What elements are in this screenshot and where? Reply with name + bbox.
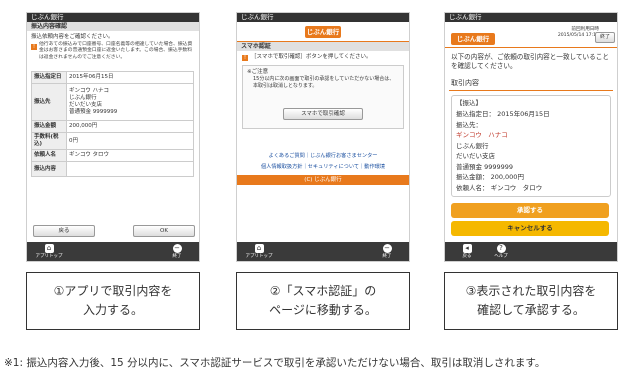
section-title: 取引内容 bbox=[451, 79, 479, 87]
footer-toolbar: ⌂ アプリトップ − 終了 bbox=[237, 242, 409, 261]
app-title-bar: じぶん銀行 bbox=[27, 13, 199, 22]
back-button[interactable]: 戻る bbox=[33, 225, 95, 237]
row-value: ギンコウ ハナコ じぶん銀行 だいだい支店 普通預金 9999999 bbox=[66, 83, 194, 121]
caption-line: 確認して承認する。 bbox=[477, 303, 585, 317]
list-item: 普通預金 9999999 bbox=[456, 162, 514, 171]
caption-line: ②「スマホ認証」の bbox=[269, 284, 377, 298]
divider bbox=[445, 47, 617, 48]
help-tab[interactable]: ? ヘルプ bbox=[481, 244, 521, 259]
approve-button[interactable]: 承認する bbox=[451, 203, 609, 218]
app-title-bar: じぶん銀行 bbox=[237, 13, 409, 22]
page-header: 振込内容確認 bbox=[27, 22, 199, 31]
footer-toolbar: ◂ 戻る ? ヘルプ bbox=[445, 242, 617, 261]
app-top-tab[interactable]: ⌂ アプリトップ bbox=[29, 244, 69, 259]
row-key: 振込先 bbox=[31, 83, 67, 121]
app-top-tab[interactable]: ⌂ アプリトップ bbox=[239, 244, 279, 259]
list-item: 依頼人名： ギンコウ タロウ bbox=[456, 183, 543, 192]
caption-line: ①アプリで取引内容を bbox=[53, 284, 173, 298]
transaction-box: 【振込】 振込指定日： 2015年06月15日 振込先： ギンコウ ハナコ じぶ… bbox=[451, 95, 611, 197]
help-label: ヘルプ bbox=[494, 254, 508, 259]
table-row: 振込指定日 2015年06月15日 bbox=[31, 71, 194, 84]
help-icon: ? bbox=[496, 244, 506, 253]
copyright-bar: (C) じぶん銀行 bbox=[237, 175, 409, 185]
app-title-bar: じぶん銀行 bbox=[445, 13, 617, 22]
caption-step-3: ③表示された取引内容を 確認して承認する。 bbox=[444, 272, 618, 330]
screen-2-smartphone-auth: じぶん銀行 じぶん銀行 スマホ認証 ! ［スマホで取引確認］ボタンを押してくださ… bbox=[236, 12, 410, 262]
row-key: 手数料(税込) bbox=[31, 132, 67, 150]
screen-3-approve: じぶん銀行 じぶん銀行 前回利用日時 2015/05/14 17:12 終了 以… bbox=[444, 12, 618, 262]
caption-line: 入力する。 bbox=[82, 303, 143, 317]
table-row: 振込先 ギンコウ ハナコ じぶん銀行 だいだい支店 普通預金 9999999 bbox=[31, 83, 194, 121]
caption-line: ③表示された取引内容を bbox=[465, 284, 597, 298]
screen-1-transfer-confirm: じぶん銀行 振込内容確認 振込依頼内容をご確認ください。 ! 他行あての振込みで… bbox=[26, 12, 200, 262]
policy-links[interactable]: 個人情報取扱方針｜セキュリティについて｜動作環境 bbox=[237, 164, 409, 171]
ok-button[interactable]: OK bbox=[133, 225, 195, 237]
lead-text: 振込依頼内容をご確認ください。 bbox=[31, 34, 114, 40]
table-row: 振込内容 bbox=[31, 161, 194, 177]
app-top-label: アプリトップ bbox=[245, 254, 273, 259]
exit-tab[interactable]: − 終了 bbox=[157, 244, 197, 259]
row-value bbox=[66, 161, 194, 177]
warning-icon: ! bbox=[31, 44, 37, 50]
exit-tab[interactable]: − 終了 bbox=[367, 244, 407, 259]
list-item: だいだい支店 bbox=[456, 152, 495, 160]
list-item: 振込先： bbox=[456, 120, 482, 129]
notice-text: 他行あての振込みで口座番号、口座名義等の相違していた場合、振込資金はお客さまの普… bbox=[39, 42, 193, 60]
row-value: 200,000円 bbox=[66, 120, 194, 133]
section-rule bbox=[449, 90, 613, 91]
list-item: 振込指定日： 2015年06月15日 bbox=[456, 110, 550, 118]
bank-logo: じぶん銀行 bbox=[451, 33, 495, 45]
home-icon: ⌂ bbox=[254, 244, 264, 253]
faq-link[interactable]: よくあるご質問｜じぶん銀行お客さまセンター bbox=[237, 153, 409, 160]
back-label: 戻る bbox=[462, 254, 472, 259]
row-value: 2015年06月15日 bbox=[66, 71, 194, 84]
cancel-button[interactable]: キャンセルする bbox=[451, 221, 609, 236]
footer-toolbar: ⌂ アプリトップ − 終了 bbox=[27, 242, 199, 261]
app-top-label: アプリトップ bbox=[35, 254, 63, 259]
notice-box: ※ご注意 15分以内に次の画面で取引の承認をしていただかない場合は、本取引は取消… bbox=[242, 65, 404, 129]
row-key: 振込指定日 bbox=[31, 71, 67, 84]
transfer-detail-table: 振込指定日 2015年06月15日 振込先 ギンコウ ハナコ じぶん銀行 だいだい支… bbox=[31, 71, 194, 177]
notice-text: 15分以内に次の画面で取引の承認をしていただかない場合は、本取引は取消しとなりま… bbox=[253, 76, 395, 89]
table-row: 振込金額 200,000円 bbox=[31, 120, 194, 133]
page-header: スマホ認証 bbox=[237, 42, 409, 51]
minus-icon: − bbox=[382, 244, 392, 253]
exit-label: 終了 bbox=[172, 254, 182, 259]
list-item: ギンコウ ハナコ bbox=[456, 131, 508, 139]
lead-text: 以下の内容が、ご依頼の取引内容と一致していることを確認してください。 bbox=[451, 53, 609, 70]
box-title: 【振込】 bbox=[456, 99, 482, 107]
list-item: じぶん銀行 bbox=[456, 141, 489, 150]
table-row: 手数料(税込) 0円 bbox=[31, 132, 194, 150]
exit-label: 終了 bbox=[382, 254, 392, 259]
bank-logo: じぶん銀行 bbox=[305, 26, 341, 38]
home-icon: ⌂ bbox=[44, 244, 54, 253]
last-login-time: 前回利用日時 2015/05/14 17:12 bbox=[557, 27, 599, 38]
caption-step-1: ①アプリで取引内容を 入力する。 bbox=[26, 272, 200, 330]
row-value: ギンコウ タロウ bbox=[66, 149, 194, 162]
warning-icon: ! bbox=[242, 55, 248, 61]
end-button[interactable]: 終了 bbox=[595, 32, 615, 43]
footnote: ※1: 振込内容入力後、15 分以内に、スマホ認証サービスで取引を承認いただけな… bbox=[4, 357, 546, 369]
caption-step-2: ②「スマホ認証」の ページに移動する。 bbox=[236, 272, 410, 330]
row-key: 振込内容 bbox=[31, 161, 67, 177]
back-icon: ◂ bbox=[462, 244, 472, 253]
notice-title: ※ご注意 bbox=[247, 69, 269, 75]
row-key: 振込金額 bbox=[31, 120, 67, 133]
caption-line: ページに移動する。 bbox=[269, 303, 377, 317]
list-item: 振込金額： 200,000円 bbox=[456, 173, 524, 181]
row-key: 依頼人名 bbox=[31, 149, 67, 162]
minus-icon: − bbox=[172, 244, 182, 253]
row-value: 0円 bbox=[66, 132, 194, 150]
table-row: 依頼人名 ギンコウ タロウ bbox=[31, 149, 194, 162]
lead-text: ［スマホで取引確認］ボタンを押してください。 bbox=[251, 54, 372, 60]
smartphone-confirm-button[interactable]: スマホで取引確認 bbox=[283, 108, 363, 120]
transaction-lines: 振込指定日： 2015年06月15日 振込先： ギンコウ ハナコ じぶん銀行 だ… bbox=[456, 109, 550, 193]
